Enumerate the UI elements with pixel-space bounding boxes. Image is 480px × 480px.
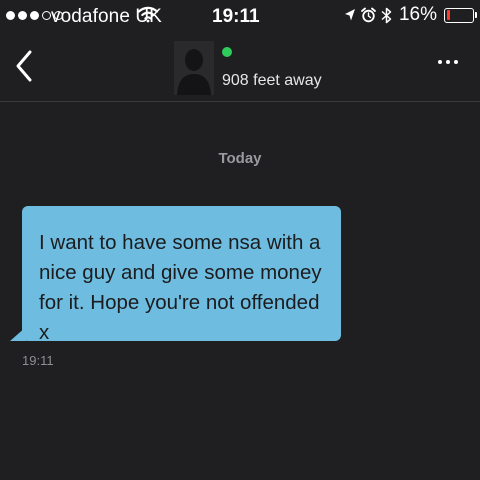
ellipsis-dot — [438, 60, 442, 64]
ellipsis-dot — [446, 60, 450, 64]
online-status-dot — [222, 47, 232, 57]
day-separator: Today — [218, 150, 262, 167]
battery-percent: 16% — [398, 4, 437, 25]
ellipsis-dot — [454, 60, 458, 64]
bluetooth-icon — [381, 7, 392, 23]
wifi-icon — [138, 6, 158, 23]
location-arrow-icon — [344, 9, 355, 21]
distance-label: 908 feet away — [222, 72, 322, 89]
status-time: 19:11 — [212, 6, 260, 27]
chat-header: 908 feet away — [0, 32, 480, 102]
battery-icon — [444, 7, 477, 23]
chevron-left-icon[interactable] — [12, 46, 36, 86]
message-text: I want to have some nsa with a nice guy … — [39, 231, 322, 344]
chat-screen: vodafone UK 19:11 16% 908 feet away Toda… — [0, 0, 480, 480]
alarm-clock-icon — [361, 7, 376, 23]
ellipsis-icon[interactable] — [438, 60, 458, 64]
message-timestamp: 19:11 — [22, 353, 54, 368]
status-right-group: 16% — [344, 4, 477, 26]
signal-dot — [6, 11, 15, 20]
incoming-message-bubble[interactable]: I want to have some nsa with a nice guy … — [22, 206, 341, 344]
signal-dot — [18, 11, 27, 20]
battery-fill — [446, 10, 451, 20]
default-avatar-icon — [174, 41, 214, 95]
signal-dot — [30, 11, 39, 20]
status-bar: vodafone UK 19:11 16% — [0, 0, 480, 32]
avatar[interactable] — [174, 41, 214, 95]
signal-dot — [42, 11, 51, 20]
